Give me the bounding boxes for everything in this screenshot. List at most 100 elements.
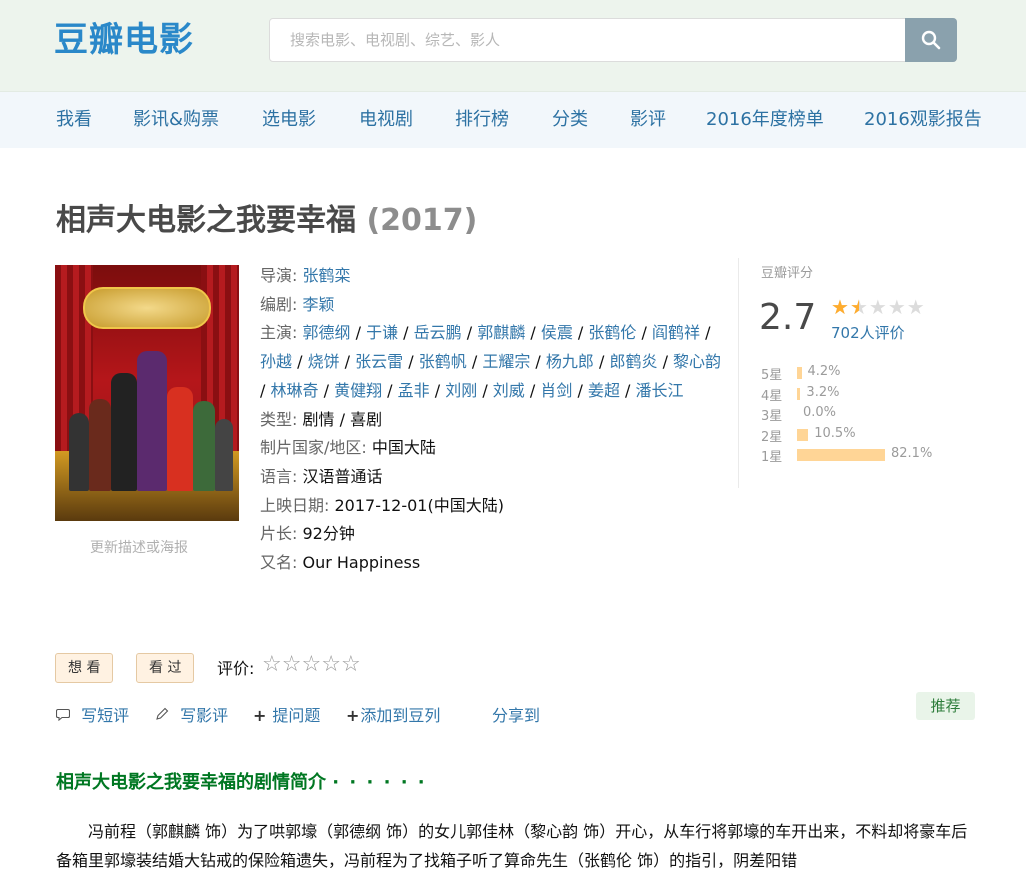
nav-item-reviews[interactable]: 影评 [630,108,666,132]
poster-figure [193,401,215,491]
nav-item-tickets[interactable]: 影讯&购票 [133,108,219,132]
cast-separator: / [382,380,398,400]
star-outline-icon[interactable]: ☆ [341,652,361,677]
cast-separator: / [572,323,589,343]
star-outline-icon[interactable]: ☆ [301,652,321,677]
cast-separator: / [403,352,419,372]
cast-member-link[interactable]: 林琳奇 [270,381,318,400]
cast-member-link[interactable]: 阎鹤祥 [652,323,700,342]
star-outline-icon[interactable]: ☆ [321,652,341,677]
writer-link[interactable]: 李颖 [303,295,335,314]
ask-question-link[interactable]: + 提问题 [253,702,320,726]
rating-votes-link[interactable]: 702人评价 [831,322,905,343]
director-row: 导演: 张鹤栾 [260,266,351,285]
cast-member-link[interactable]: 孟非 [398,381,430,400]
nav-item-mine[interactable]: 我看 [56,108,92,132]
cast-member-link[interactable]: 黎心韵 [673,352,721,371]
cast-member-link[interactable]: 肖剑 [540,381,572,400]
cast-separator: / [339,352,356,372]
cast-member-link[interactable]: 潘长江 [636,381,684,400]
cast-member-link[interactable]: 孙越 [260,352,292,371]
cast-separator: / [524,380,541,400]
cast-separator: / [477,380,493,400]
nav-item-2016-list[interactable]: 2016年度榜单 [706,108,824,132]
write-review-link[interactable]: 写影评 [155,702,228,726]
star-outline-icon[interactable]: ☆ [262,652,282,677]
header-bar: 豆瓣电影 [0,0,1026,92]
cast-separator: / [657,352,674,372]
cast-member-link[interactable]: 张云雷 [355,352,403,371]
nav-item-categories[interactable]: 分类 [552,108,588,132]
star-outline-icon[interactable]: ☆ [282,652,302,677]
aka-value: Our Happiness [302,553,421,573]
release-label: 上映日期: [260,495,330,515]
cast-member-link[interactable]: 张鹤帆 [419,352,467,371]
rating-stars: ★★★★★★★ [831,295,926,319]
aka-row: 又名: Our Happiness [260,549,730,578]
douban-movie-logo[interactable]: 豆瓣电影 [54,18,194,62]
cast-member-link[interactable]: 郭德纲 [303,323,351,342]
rating-bar-star-label: 2星 [761,429,783,445]
movie-poster[interactable] [55,265,239,521]
rating-bar-star-label: 4星 [761,388,783,404]
cast-member-link[interactable]: 烧饼 [308,352,340,371]
movie-year: (2017) [366,203,478,238]
cast-member-link[interactable]: 岳云鹏 [414,323,462,342]
genre-label: 类型: [260,409,298,429]
user-rating-stars[interactable]: ☆☆☆☆☆ [262,652,361,677]
synopsis-heading: 相声大电影之我要幸福的剧情简介 · · · · · · [56,768,427,794]
pencil-icon [155,706,174,725]
write-short-review-link[interactable]: 写短评 [55,702,130,726]
cast-member-link[interactable]: 侯震 [541,323,573,342]
synopsis-dots: · · · · · · [332,772,427,793]
write-short-review-label: 写短评 [81,706,130,725]
star-icon: ★★ [831,295,850,319]
cast-member-link[interactable]: 郎鹤炎 [609,352,657,371]
cast-member-link[interactable]: 于谦 [366,323,398,342]
update-poster-link[interactable]: 更新描述或海报 [90,537,188,557]
main-nav: 我看 影讯&购票 选电影 电视剧 排行榜 分类 影评 2016年度榜单 2016… [0,92,1026,148]
rating-bar-percent: 10.5% [814,425,856,441]
star-icon: ★ [906,295,926,319]
poster-figure [215,419,233,491]
rating-bar-star-label: 1星 [761,450,783,465]
want-to-watch-button[interactable]: 想 看 [55,653,114,683]
ask-question-label: 提问题 [272,706,321,725]
rating-bar-fill [797,449,885,461]
cast-member-link[interactable]: 杨九郎 [546,352,594,371]
nav-item-charts[interactable]: 排行榜 [455,108,509,132]
rating-score: 2.7 [759,297,817,338]
cast-separator: / [429,380,446,400]
cast-member-link[interactable]: 刘威 [493,381,525,400]
cast-member-link[interactable]: 刘刚 [445,381,477,400]
star-icon: ★★ [849,295,869,319]
genre-row: 类型: 剧情 / 喜剧 [260,406,730,435]
add-to-doulist-link[interactable]: +添加到豆列 [346,702,440,726]
nav-item-tv[interactable]: 电视剧 [359,108,413,132]
cast-member-link[interactable]: 郭麒麟 [477,323,525,342]
search-input[interactable] [270,19,906,61]
rating-bar-percent: 3.2% [806,384,840,400]
director-link[interactable]: 张鹤栾 [303,266,351,285]
nav-item-2016-report[interactable]: 2016观影报告 [864,108,982,132]
rating-bar-fill [797,428,809,441]
watched-button[interactable]: 看 过 [136,653,195,683]
speech-bubble-icon [55,706,75,725]
search-icon [921,30,941,50]
recommend-button[interactable]: 推荐 [916,692,975,720]
cast-separator: / [525,323,541,343]
cast-member-link[interactable]: 姜超 [588,381,620,400]
share-link[interactable]: 分享到 [492,702,540,726]
release-value: 2017-12-01(中国大陆) [334,495,504,515]
cast-separator: / [398,323,414,343]
search-button[interactable] [905,18,957,62]
poster-figure [111,373,137,491]
nav-item-explore-movies[interactable]: 选电影 [262,108,316,132]
plus-icon: + [346,706,360,725]
poster-figure [137,351,167,491]
cast-separator: / [466,352,483,372]
cast-separator: / [350,323,367,343]
cast-member-link[interactable]: 张鹤伦 [588,323,636,342]
cast-member-link[interactable]: 黄健翔 [334,381,382,400]
cast-member-link[interactable]: 王耀宗 [482,352,530,371]
